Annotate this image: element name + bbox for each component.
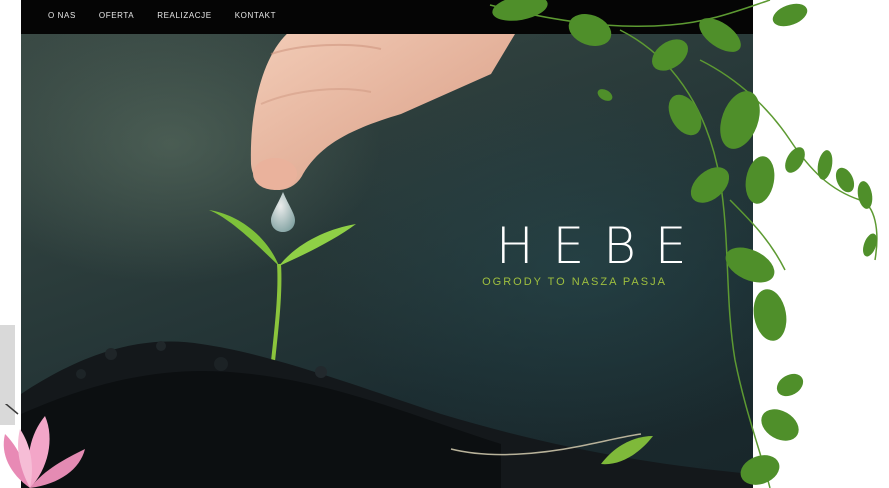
vine-decoration [489,0,878,488]
nav-menu: O NAS OFERTA REALIZACJE KONTAKT [48,11,299,20]
nav-item-oferta[interactable]: OFERTA [99,11,134,20]
nav-item-o-nas[interactable]: O NAS [48,11,76,20]
water-drop [271,192,295,232]
magnolia-flower [3,404,85,488]
nav-item-realizacje[interactable]: REALIZACJE [157,11,211,20]
nav-item-kontakt[interactable]: KONTAKT [235,11,276,20]
